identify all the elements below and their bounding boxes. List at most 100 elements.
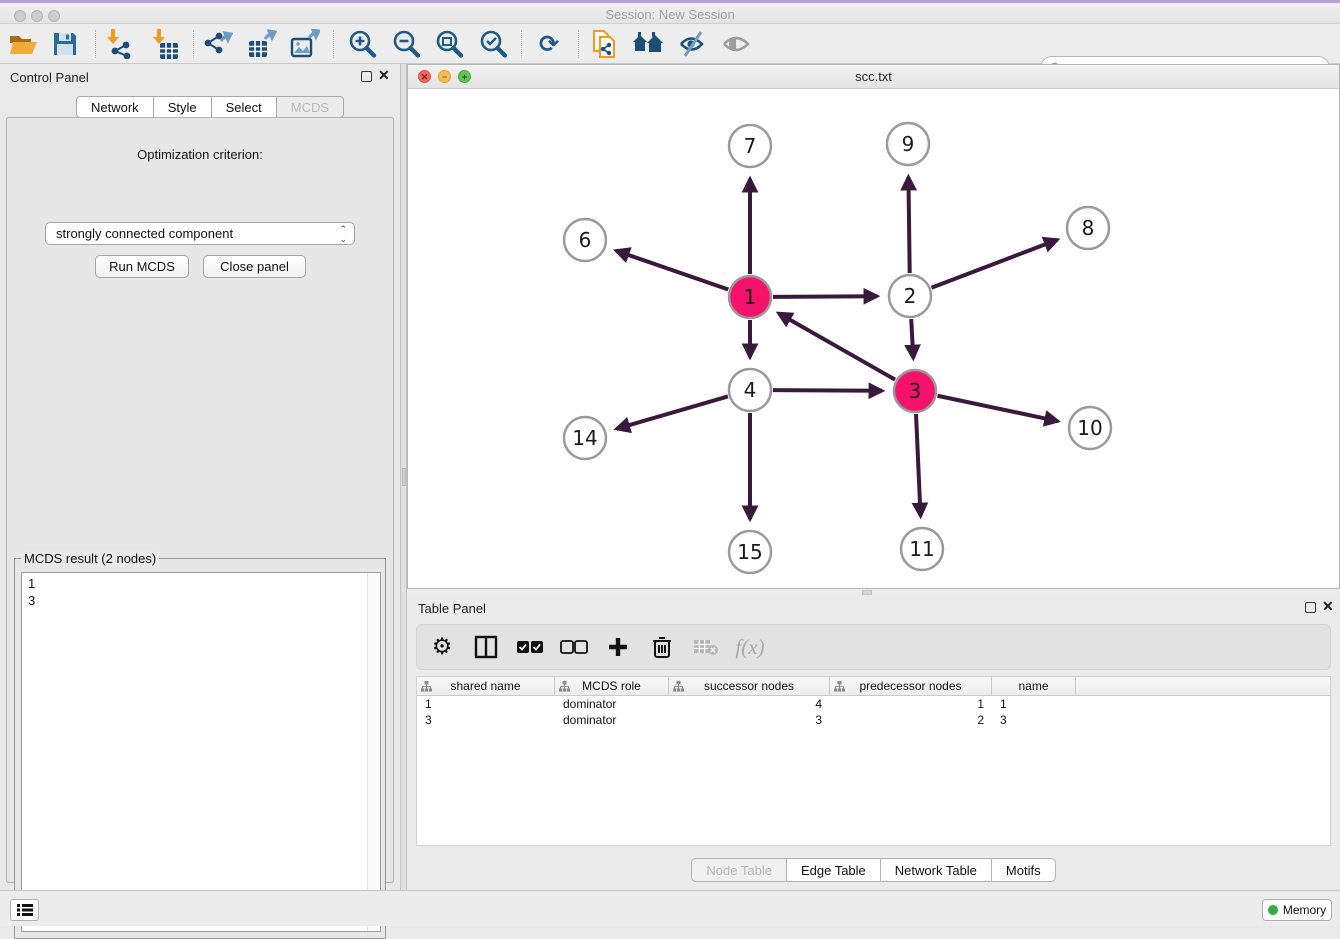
graph-edge-1-6[interactable] [616,251,728,290]
close-panel-button[interactable]: Close panel [203,255,306,278]
column-label: shared name [450,679,520,693]
float-table-panel-icon[interactable] [1305,602,1316,613]
zoom-fit-icon[interactable] [432,28,466,60]
column-header[interactable]: shared name [417,677,555,695]
export-network-icon[interactable] [201,28,235,60]
column-panel-icon[interactable] [467,630,505,664]
cell-shared-name[interactable]: 1 [417,696,555,712]
float-panel-icon[interactable] [361,71,372,82]
column-header[interactable]: MCDS role [555,677,669,695]
toolbar-separator [193,30,194,58]
cell-predecessor-nodes[interactable]: 2 [830,712,992,728]
tab-network[interactable]: Network [76,96,153,118]
table-settings-icon[interactable]: ⚙ [423,630,461,664]
cell-name[interactable]: 1 [992,696,1076,712]
refresh-icon[interactable]: ⟳ [532,28,566,60]
network-window-titlebar: ✕ − + scc.txt [408,65,1339,89]
graph-node-4[interactable]: 4 [729,369,771,411]
graph-node-label: 3 [909,379,922,403]
graph-edge-3-1[interactable] [779,313,895,379]
graph-node-14[interactable]: 14 [564,417,606,459]
graph-node-3[interactable]: 3 [894,370,936,412]
cell-mcds-role[interactable]: dominator [555,696,669,712]
splitter-grip[interactable] [862,590,872,595]
horizontal-splitter[interactable] [407,589,1340,596]
network-title: scc.txt [408,69,1339,84]
graph-node-1[interactable]: 1 [729,276,771,318]
cell-name[interactable]: 3 [992,712,1076,728]
attribute-icon [834,681,845,692]
graph-edge-4-14[interactable] [617,396,728,428]
home-icon[interactable] [631,28,665,60]
toolbar-separator [95,30,96,58]
tab-select[interactable]: Select [211,96,276,118]
close-table-panel-icon[interactable]: ✕ [1322,599,1334,613]
mcds-result-group: MCDS result (2 nodes) 1 3 [14,558,386,939]
graph-edge-4-3[interactable] [773,390,882,391]
tab-motifs[interactable]: Motifs [991,858,1056,882]
table-panel: Table Panel ✕ ⚙ f(x) shared name [407,596,1340,890]
status-bar: Memory [0,890,1340,926]
graph-edge-3-10[interactable] [938,396,1058,421]
graph-node-15[interactable]: 15 [729,531,771,573]
network-canvas[interactable]: 7 9 6 8 1 2 4 3 14 10 15 11 [408,89,1339,588]
table-toolbar: ⚙ f(x) [416,624,1331,670]
tab-edge-table[interactable]: Edge Table [786,858,880,882]
tab-style[interactable]: Style [153,96,211,118]
tab-network-table[interactable]: Network Table [880,858,991,882]
add-column-icon[interactable] [599,630,637,664]
toolbar-separator [521,30,522,58]
open-session-icon[interactable] [6,28,40,60]
graph-node-10[interactable]: 10 [1069,407,1111,449]
import-table-icon[interactable] [148,28,182,60]
graph-node-2[interactable]: 2 [889,275,931,317]
graph-edge-3-11[interactable] [916,414,921,516]
splitter-grip[interactable] [402,468,406,486]
column-header[interactable]: successor nodes [669,677,830,695]
import-network-icon[interactable] [102,28,136,60]
graph-edge-2-8[interactable] [931,240,1057,288]
graph-node-9[interactable]: 9 [887,123,929,165]
mcds-result-line: 3 [28,592,380,609]
criterion-select[interactable]: strongly connected component ⌃⌄ [45,222,355,245]
table-tabs: Node Table Edge Table Network Table Moti… [407,858,1340,882]
delete-column-icon[interactable] [643,630,681,664]
graph-node-11[interactable]: 11 [901,528,943,570]
run-mcds-button[interactable]: Run MCDS [95,255,189,278]
task-history-button[interactable] [10,899,39,921]
graph-node-6[interactable]: 6 [564,219,606,261]
zoom-in-icon[interactable] [345,28,379,60]
cell-shared-name[interactable]: 3 [417,712,555,728]
table-row[interactable]: 1 dominator 4 1 1 [417,696,1330,712]
tab-node-table[interactable]: Node Table [691,858,786,882]
tab-mcds[interactable]: MCDS [276,96,344,118]
window-title: Session: New Session [0,7,1340,22]
cell-mcds-role[interactable]: dominator [555,712,669,728]
graph-edge-2-9[interactable] [908,177,909,273]
column-header[interactable]: name [992,677,1076,695]
memory-button[interactable]: Memory [1262,899,1332,921]
graph-node-label: 8 [1082,216,1095,240]
table-row[interactable]: 3 dominator 3 2 3 [417,712,1330,728]
duplicate-network-icon[interactable] [588,28,622,60]
result-scrollbar[interactable] [367,573,380,931]
export-table-icon[interactable] [245,28,279,60]
vertical-splitter[interactable] [400,64,407,890]
select-all-icon[interactable] [511,630,549,664]
save-session-icon[interactable] [48,28,82,60]
column-header[interactable]: predecessor nodes [830,677,992,695]
mcds-result-textarea[interactable]: 1 3 [21,572,381,932]
cell-successor-nodes[interactable]: 3 [669,712,830,728]
cell-predecessor-nodes[interactable]: 1 [830,696,992,712]
hide-graphics-icon[interactable] [675,28,709,60]
deselect-all-icon[interactable] [555,630,593,664]
graph-edge-2-3[interactable] [911,319,913,358]
close-panel-icon[interactable]: ✕ [378,68,390,82]
zoom-selected-icon[interactable] [476,28,510,60]
zoom-out-icon[interactable] [389,28,423,60]
graph-node-7[interactable]: 7 [729,125,771,167]
export-image-icon[interactable] [288,28,322,60]
graph-edge-1-2[interactable] [773,296,877,297]
cell-successor-nodes[interactable]: 4 [669,696,830,712]
graph-node-8[interactable]: 8 [1067,207,1109,249]
